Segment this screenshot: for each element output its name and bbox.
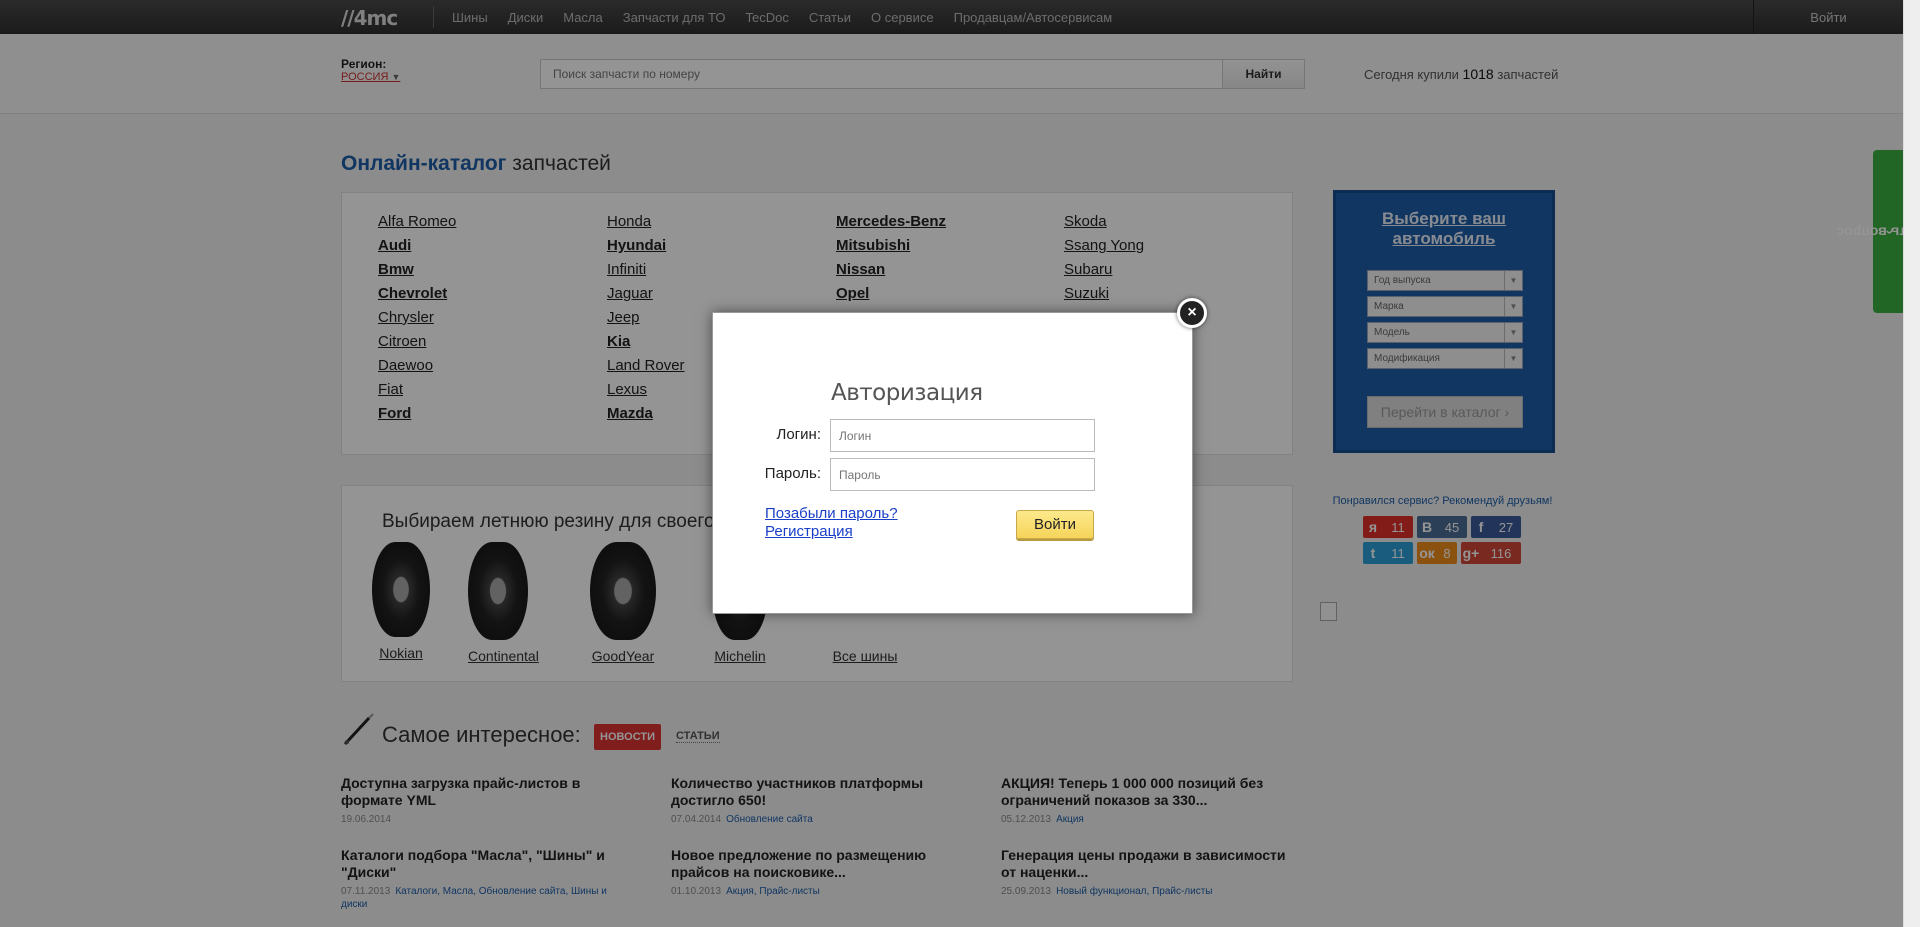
page-scrollbar[interactable] <box>1903 0 1920 927</box>
password-input[interactable] <box>830 458 1095 491</box>
register-link[interactable]: Регистрация <box>765 523 853 540</box>
login-modal: Авторизация Логин: Пароль: Позабыли паро… <box>712 312 1193 614</box>
forgot-password-link[interactable]: Позабыли пароль? <box>765 505 898 522</box>
login-input[interactable] <box>830 419 1095 452</box>
login-label: Логин: <box>776 426 822 443</box>
modal-title: Авторизация <box>831 380 983 406</box>
password-label: Пароль: <box>764 465 821 482</box>
close-icon[interactable]: × <box>1177 298 1207 328</box>
login-submit-button[interactable]: Войти <box>1016 510 1094 539</box>
